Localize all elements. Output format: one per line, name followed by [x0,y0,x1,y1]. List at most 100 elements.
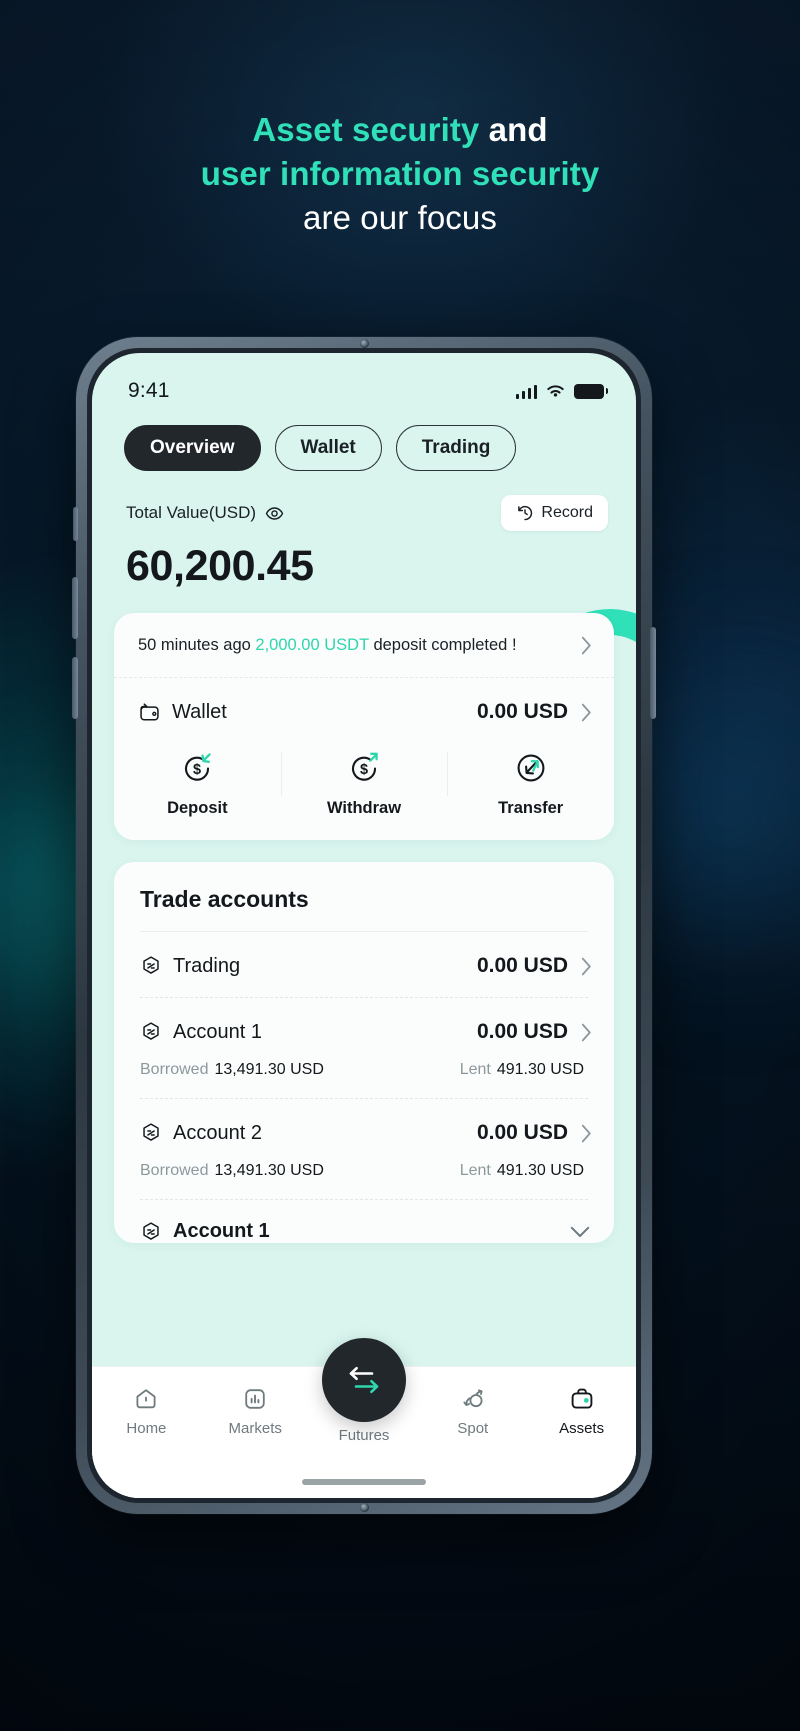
account-hex-icon [143,1022,159,1041]
account-row-top: Account 2 0.00 USD [140,1121,592,1145]
svg-text:$: $ [360,763,368,779]
lent-label: Lent [459,1061,491,1079]
status-bar: 9:41 [92,353,636,415]
status-bar-icons [515,383,608,399]
account-row-account-2[interactable]: Account 2 0.00 USD Borrowed 13,491.30 US… [114,1099,614,1199]
account-row-right: 0.00 USD [477,1020,592,1044]
wallet-icon [140,703,159,721]
marketing-headline: Asset security and user information secu… [0,108,800,240]
borrowed-item: Borrowed 13,491.30 USD [140,1061,324,1079]
lent-label: Lent [459,1162,491,1180]
history-clock-icon [518,505,533,521]
chevron-down-icon[interactable] [570,1226,590,1238]
account-row-top: Account 1 0.00 USD [140,1020,592,1044]
account-hex-icon [143,1123,159,1142]
account-name-group: Account 1 [140,1021,262,1044]
borrowed-value: 13,491.30 USD [214,1061,324,1079]
spot-swap-icon [463,1389,483,1408]
phone-mockup: 9:41 Overview Wallet Trading Total Value… [72,337,656,1514]
bottom-navigation: Home Markets Futures Spot Assets [92,1338,636,1498]
nav-label-futures: Futures [338,1427,390,1444]
nav-label-assets: Assets [559,1420,605,1437]
wallet-card: 50 minutes ago 2,000.00 USDT deposit com… [114,613,614,841]
chevron-right-icon [581,703,591,722]
deposit-button[interactable]: $ Deposit [114,748,281,818]
tab-wallet[interactable]: Wallet [274,425,382,471]
wallet-row[interactable]: Wallet 0.00 USD [114,678,614,744]
account-type-tabs: Overview Wallet Trading [92,415,636,471]
deposit-arrow-in-icon: $ [185,753,211,782]
nav-item-spot[interactable]: Spot [418,1385,527,1437]
withdraw-button-label: Withdraw [326,799,402,818]
deposit-notice-banner[interactable]: 50 minutes ago 2,000.00 USDT deposit com… [114,613,614,679]
headline-rest-1: and [479,111,548,148]
home-icon [136,1389,156,1409]
nav-label-spot: Spot [457,1420,489,1437]
account-borrow-lent: Borrowed 13,491.30 USD Lent 491.30 USD [140,1061,592,1079]
account-row-right: 0.00 USD [477,1121,592,1145]
home-indicator [302,1479,426,1485]
chevron-right-icon [581,957,591,976]
phone-mute-switch [73,507,78,541]
phone-top-sensor [360,339,369,348]
deposit-notice-suffix: deposit completed ! [368,636,517,654]
tab-overview[interactable]: Overview [124,425,261,471]
nav-item-markets[interactable]: Markets [201,1385,310,1437]
transfer-button[interactable]: Transfer [447,748,614,818]
futures-fab-button[interactable] [321,1338,406,1422]
borrowed-item: Borrowed 13,491.30 USD [140,1162,324,1180]
account-row-account-1[interactable]: Account 1 0.00 USD Borrowed 13,491.30 US… [114,998,614,1098]
phone-bottom-sensor [360,1503,369,1512]
headline-accent-1: Asset security [252,111,480,148]
account-name: Account 1 [173,1220,270,1243]
cellular-signal-icon [515,384,537,399]
wallet-row-left: Wallet [138,701,227,724]
account-hex-icon [143,1222,159,1240]
borrowed-label: Borrowed [140,1162,209,1180]
phone-volume-down-button [72,657,78,719]
total-value-label: Total Value(USD) [126,503,257,522]
lent-value: 491.30 USD [496,1162,584,1180]
phone-power-button [650,627,656,719]
app-content: Overview Wallet Trading Total Value(USD) [92,415,636,1498]
nav-item-assets[interactable]: Assets [527,1385,636,1437]
headline-line-3: are our focus [303,198,497,236]
account-row-right: 0.00 USD [477,954,592,978]
total-value-section: Total Value(USD) Record 60,200.45 [92,471,636,591]
nav-item-futures[interactable]: Futures [310,1338,419,1444]
deposit-notice-prefix: 50 minutes ago [138,636,256,654]
account-row-collapsed[interactable]: Account 1 [114,1200,614,1243]
nav-item-home[interactable]: Home [92,1385,201,1437]
svg-text:$: $ [193,763,201,779]
transfer-arrow-icon [517,754,545,782]
account-name: Account 2 [173,1121,262,1144]
battery-icon [574,383,608,399]
total-value-amount: 60,200.45 [126,542,314,590]
lent-item: Lent 491.30 USD [460,1061,584,1079]
transfer-button-label: Transfer [498,799,564,818]
tab-trading[interactable]: Trading [395,425,517,471]
chevron-right-icon [581,1023,591,1042]
wallet-row-value: 0.00 USD [476,700,568,724]
deposit-notice-amount: 2,000.00 USDT [255,636,369,654]
lent-item: Lent 491.30 USD [460,1162,584,1180]
account-value: 0.00 USD [476,954,568,978]
deposit-button-label: Deposit [167,799,228,818]
account-name: Account 1 [173,1020,262,1043]
status-bar-time: 9:41 [128,379,170,402]
deposit-notice-text: 50 minutes ago 2,000.00 USDT deposit com… [138,635,517,656]
briefcase-assets-icon [571,1388,592,1409]
eye-icon[interactable] [265,504,284,523]
account-name: Trading [173,954,241,977]
bar-chart-icon [245,1389,265,1409]
total-value-header: Total Value(USD) Record [126,495,608,531]
trade-accounts-title: Trade accounts [140,886,309,913]
account-row-trading[interactable]: Trading 0.00 USD [114,932,614,997]
nav-label-home: Home [126,1420,167,1437]
trade-accounts-card: Trade accounts Trading 0.00 USD Account … [114,862,614,1244]
record-button[interactable]: Record [501,495,608,531]
withdraw-button[interactable]: $ Withdraw [280,748,448,818]
account-name-group: Trading [140,955,240,978]
account-name-group: Account 2 [140,1122,262,1145]
phone-bezel: 9:41 Overview Wallet Trading Total Value… [87,348,641,1503]
